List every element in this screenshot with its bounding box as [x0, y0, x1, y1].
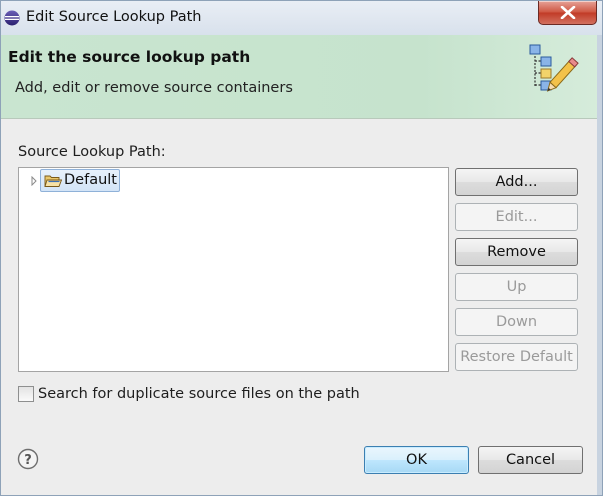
header-title: Edit the source lookup path — [8, 48, 251, 66]
close-button[interactable] — [538, 1, 597, 25]
restore-default-button[interactable]: Restore Default — [455, 343, 578, 371]
close-icon — [560, 6, 576, 19]
down-button[interactable]: Down — [455, 308, 578, 336]
source-lookup-tree[interactable]: Default — [18, 167, 449, 372]
search-duplicates-checkbox[interactable] — [18, 386, 34, 402]
title-bar[interactable]: Edit Source Lookup Path — [1, 1, 602, 35]
edit-button[interactable]: Edit... — [455, 203, 578, 231]
source-lookup-path-label: Source Lookup Path: — [18, 144, 166, 160]
folder-open-icon — [44, 175, 62, 187]
edit-tree-icon — [529, 44, 579, 92]
tree-item-default[interactable]: Default — [40, 169, 120, 192]
help-icon[interactable]: ? — [17, 448, 39, 470]
add-button[interactable]: Add... — [455, 168, 578, 196]
dialog-window: Edit Source Lookup Path Edit the source … — [0, 0, 603, 496]
search-duplicates-label[interactable]: Search for duplicate source files on the… — [38, 386, 360, 402]
up-button[interactable]: Up — [455, 273, 578, 301]
header-description: Add, edit or remove source containers — [15, 80, 293, 96]
cancel-button[interactable]: Cancel — [478, 446, 583, 474]
window-edge — [597, 35, 602, 495]
ok-button[interactable]: OK — [364, 446, 469, 474]
dialog-header: Edit the source lookup path Add, edit or… — [1, 35, 602, 119]
help-icon-glyph: ? — [24, 453, 32, 468]
window-title: Edit Source Lookup Path — [26, 9, 202, 25]
expand-arrow-icon[interactable] — [29, 176, 39, 186]
eclipse-icon — [4, 10, 20, 26]
remove-button[interactable]: Remove — [455, 238, 578, 266]
tree-item-label: Default — [64, 172, 117, 188]
